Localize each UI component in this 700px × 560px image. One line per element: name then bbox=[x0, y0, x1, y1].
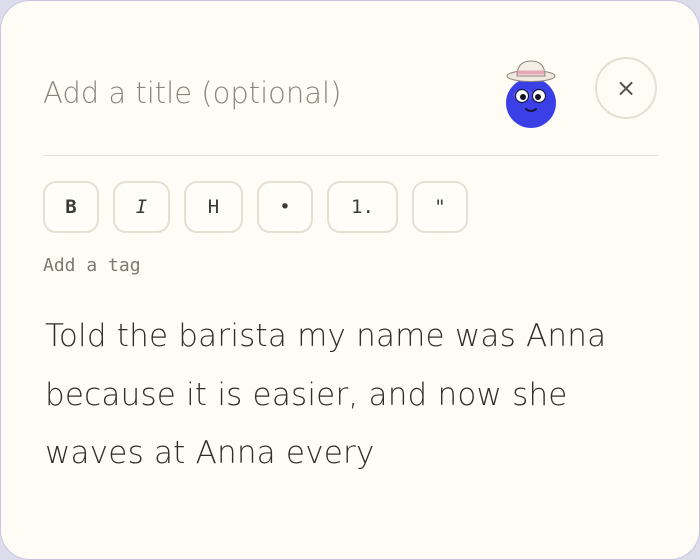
close-button[interactable]: × bbox=[595, 57, 657, 119]
format-toolbar: B I H • 1. " bbox=[43, 181, 468, 233]
blob-mascot-icon bbox=[506, 60, 556, 128]
editor-sheet: × B I H • 1. " Told the barista my name … bbox=[0, 0, 700, 560]
title-input[interactable] bbox=[43, 69, 473, 117]
note-body-editor[interactable]: Told the barista my name was Anna becaus… bbox=[45, 307, 665, 483]
italic-button[interactable]: I bbox=[113, 181, 170, 233]
numbered-list-button[interactable]: 1. bbox=[327, 181, 398, 233]
heading-button[interactable]: H bbox=[184, 181, 243, 233]
bullet-list-button[interactable]: • bbox=[257, 181, 313, 233]
body-line: Told the barista my name was Anna bbox=[45, 318, 607, 354]
bold-button[interactable]: B bbox=[43, 181, 99, 233]
body-line: waves at Anna every bbox=[45, 435, 375, 471]
tag-input[interactable] bbox=[43, 251, 343, 279]
quote-button[interactable]: " bbox=[412, 181, 468, 233]
mascot-avatar[interactable] bbox=[501, 57, 563, 131]
body-line: because it is easier, and now she bbox=[45, 376, 568, 413]
divider bbox=[43, 155, 659, 156]
